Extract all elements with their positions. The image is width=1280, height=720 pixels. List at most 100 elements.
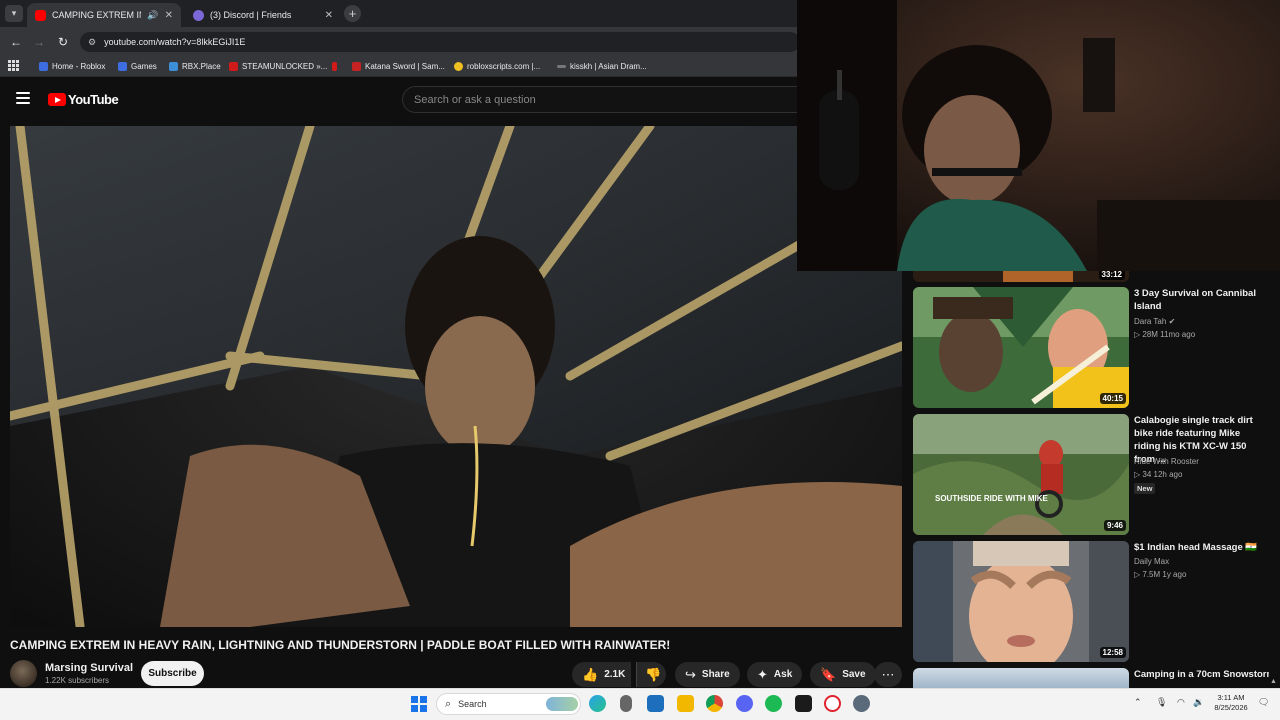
youtube-logo[interactable]: YouTube — [48, 92, 119, 107]
recommendation-item[interactable]: 12:58 $1 Indian head Massage 🇮🇳 Daily Ma… — [913, 541, 1273, 663]
recommendation-title[interactable]: 3 Day Survival on Cannibal Island — [1134, 287, 1269, 313]
verified-icon: ✔ — [1168, 317, 1176, 326]
taskbar-search-box[interactable]: ⌕ Search — [436, 693, 581, 715]
search-label: Search — [458, 699, 487, 709]
bookmark-steamunlocked[interactable]: STEAMUNLOCKED »... — [229, 60, 327, 73]
bookmark-label: kisskh | Asian Dram... — [570, 62, 647, 71]
bookmark-label: Home - Roblox — [52, 62, 106, 71]
thumbnail-image — [913, 414, 1129, 535]
tab-search-button[interactable]: ▾ — [5, 5, 23, 22]
edge-icon[interactable] — [589, 695, 606, 712]
share-button[interactable]: ↪ Share — [675, 662, 740, 687]
windows-taskbar — [0, 688, 1280, 720]
file-explorer-icon[interactable] — [677, 695, 694, 712]
system-clock[interactable]: 3:11 AM 8/25/2026 — [1207, 693, 1255, 713]
recommendation-title[interactable]: Camping in a 70cm Snowstorm | Kia EV5 Ca… — [1134, 668, 1269, 688]
bookmark-games[interactable]: Games — [118, 60, 157, 73]
search-input[interactable]: Search or ask a question — [402, 86, 802, 113]
recommendation-item[interactable]: 40:15 3 Day Survival on Cannibal Island … — [913, 287, 1273, 409]
like-button[interactable]: 👍 2.1K — [572, 662, 632, 687]
tab-title: (3) Discord | Friends — [210, 10, 292, 20]
site-info-icon[interactable]: ⚙ — [88, 37, 96, 48]
menu-icon[interactable] — [16, 92, 30, 104]
bookmark-home-roblox[interactable]: Home - Roblox — [39, 60, 105, 73]
tab-discord[interactable]: (3) Discord | Friends ✕ — [185, 3, 341, 27]
bookmark-kisskh[interactable]: kisskh | Asian Dram... — [557, 60, 647, 73]
address-bar[interactable]: ⚙ youtube.com/watch?v=8lkkEGiJI1E — [80, 32, 800, 52]
steamunlocked-icon — [229, 62, 238, 71]
bookmark-rbx-place[interactable]: RBX.Place — [169, 60, 221, 73]
scroll-down-arrow-icon[interactable]: ▲ — [1270, 678, 1277, 685]
red-bookmark-icon — [332, 62, 337, 71]
subscribe-button[interactable]: Subscribe — [141, 661, 204, 686]
more-actions-button[interactable]: ⋯ — [874, 662, 902, 687]
new-badge: New — [1134, 483, 1156, 494]
microphone-icon[interactable]: 🎙 — [1156, 697, 1167, 708]
save-button[interactable]: 🔖 Save — [810, 662, 876, 687]
bookmark-robloxscripts[interactable]: robloxscripts.com |... — [454, 60, 540, 73]
notification-icon[interactable]: 🗨 — [1258, 697, 1269, 708]
thumbnail[interactable]: 12:58 — [913, 541, 1129, 662]
channel-name[interactable]: Marsing Survival — [45, 662, 133, 674]
rbx-place-icon — [169, 62, 178, 71]
video-title: CAMPING EXTREM IN HEAVY RAIN, LIGHTNING … — [10, 638, 671, 652]
app-icon[interactable] — [795, 695, 812, 712]
new-tab-button[interactable]: + — [344, 5, 361, 22]
back-arrow-icon[interactable]: ← — [8, 34, 24, 50]
recommendation-channel[interactable]: Dara Tah ✔ — [1134, 317, 1175, 326]
thumbnail[interactable]: 40:15 — [913, 287, 1129, 408]
subscriber-count: 1.22K subscribers — [45, 676, 110, 685]
logo-text: YouTube — [68, 92, 119, 107]
chevron-up-icon[interactable]: ⌃ — [1134, 697, 1142, 708]
recommendation-title[interactable]: $1 Indian head Massage 🇮🇳 — [1134, 541, 1269, 554]
clock-date: 8/25/2026 — [1214, 703, 1248, 712]
video-player[interactable] — [10, 126, 902, 627]
discord-icon[interactable] — [736, 695, 753, 712]
like-count: 2.1K — [604, 669, 626, 680]
forward-arrow-icon[interactable]: → — [31, 34, 47, 50]
speaker-icon[interactable]: 🔊 — [147, 10, 158, 21]
spotify-icon[interactable] — [765, 695, 782, 712]
tab-youtube-video[interactable]: CAMPING EXTREM IN HEA 🔊 ✕ — [27, 3, 181, 27]
recommendation-meta: ▷ 7.5M 1y ago — [1134, 570, 1187, 579]
dislike-button[interactable]: 👎 — [636, 662, 666, 687]
channel-avatar[interactable] — [10, 660, 37, 687]
recommendation-channel[interactable]: Daily Max — [1134, 557, 1169, 566]
chrome-icon[interactable] — [706, 695, 723, 712]
recommendation-item[interactable]: Camping in a 70cm Snowstorm | Kia EV5 Ca… — [913, 668, 1273, 688]
settings-gear-icon[interactable] — [853, 695, 870, 712]
youtube-play-icon — [48, 93, 66, 106]
thumbnail-overlay-text: SOUTHSIDE RIDE WITH MIKE — [935, 494, 1048, 503]
recommendation-channel[interactable]: Ride With Rooster — [1134, 457, 1199, 466]
bookmark-unnamed[interactable] — [332, 60, 337, 73]
thumbnail-image — [913, 287, 1129, 408]
duration-badge: 40:15 — [1099, 393, 1126, 404]
recommendation-item[interactable]: SOUTHSIDE RIDE WITH MIKE 9:46 Calabogie … — [913, 414, 1273, 536]
reload-icon[interactable]: ↻ — [55, 34, 71, 50]
url-text: youtube.com/watch?v=8lkkEGiJI1E — [104, 37, 246, 47]
thumbnail[interactable] — [913, 668, 1129, 688]
search-highlight-icon — [546, 697, 578, 711]
bookmark-label: Katana Sword | Sam... — [365, 62, 445, 71]
wifi-icon[interactable]: ◠ — [1177, 697, 1185, 708]
thumbnail[interactable]: SOUTHSIDE RIDE WITH MIKE 9:46 — [913, 414, 1129, 535]
apps-grid-icon[interactable] — [8, 60, 19, 71]
copilot-icon[interactable] — [620, 695, 632, 712]
ask-button[interactable]: ✦ Ask — [747, 662, 803, 687]
thumbnail-image — [913, 541, 1129, 662]
store-icon[interactable] — [647, 695, 664, 712]
katana-icon — [352, 62, 361, 71]
close-tab-icon[interactable]: ✕ — [165, 10, 173, 21]
close-tab-icon[interactable]: ✕ — [325, 10, 333, 21]
volume-icon[interactable]: 🔉 — [1193, 697, 1204, 708]
tab-title: CAMPING EXTREM IN HEA — [52, 10, 141, 20]
bookmark-label: STEAMUNLOCKED »... — [242, 62, 328, 71]
recommendation-meta: ▷ 34 12h ago — [1134, 470, 1183, 479]
windows-start-icon[interactable] — [411, 696, 427, 712]
bookmark-katana-sword[interactable]: Katana Sword | Sam... — [352, 60, 445, 73]
share-label: Share — [701, 669, 730, 680]
discord-favicon-icon — [193, 9, 204, 21]
save-label: Save — [842, 669, 866, 680]
video-frame — [10, 126, 902, 627]
opera-icon[interactable] — [824, 695, 841, 712]
